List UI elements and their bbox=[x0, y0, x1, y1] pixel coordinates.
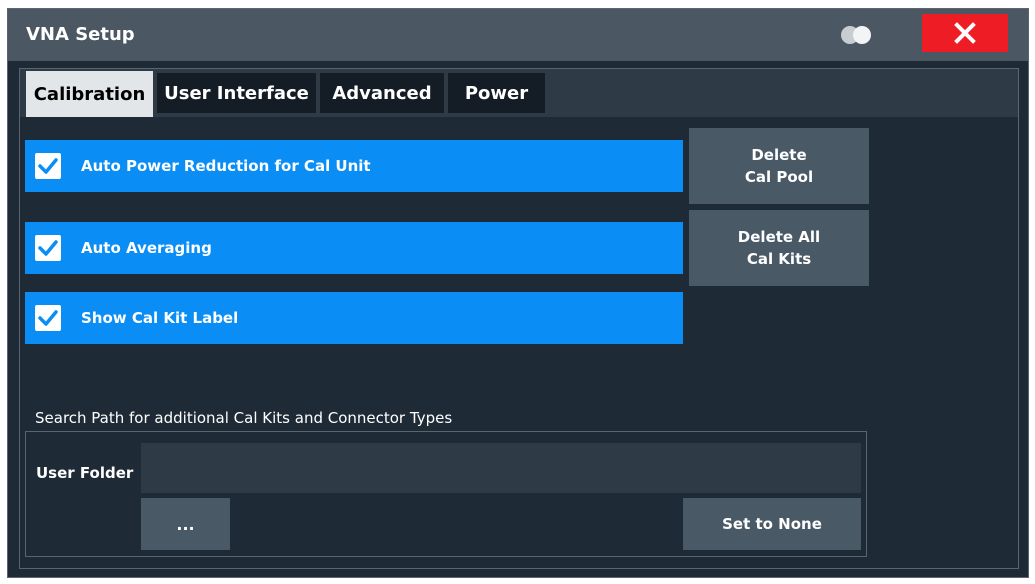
checkbox-box bbox=[35, 235, 61, 261]
dialog-title: VNA Setup bbox=[26, 24, 135, 45]
checkbox-label: Auto Averaging bbox=[81, 239, 212, 257]
button-label-line1: Delete All bbox=[737, 228, 821, 246]
toggle-icon[interactable] bbox=[841, 26, 875, 44]
button-label-line2: Cal Kits bbox=[746, 250, 812, 268]
tab-user-interface[interactable]: User Interface bbox=[157, 73, 316, 113]
settings-panel: Calibration User Interface Advanced Powe… bbox=[19, 68, 1019, 569]
checkmark-icon bbox=[38, 158, 58, 174]
user-folder-label: User Folder bbox=[36, 464, 134, 482]
checkmark-icon bbox=[38, 240, 58, 256]
close-icon bbox=[954, 22, 976, 44]
set-to-none-button[interactable]: Set to None bbox=[683, 498, 861, 550]
show-cal-kit-label-checkbox[interactable]: Show Cal Kit Label bbox=[25, 292, 683, 344]
title-bar[interactable]: VNA Setup bbox=[8, 9, 1028, 61]
browse-button[interactable]: ... bbox=[141, 498, 230, 550]
auto-power-reduction-checkbox[interactable]: Auto Power Reduction for Cal Unit bbox=[25, 140, 683, 192]
checkbox-label: Show Cal Kit Label bbox=[81, 309, 239, 327]
delete-cal-pool-button[interactable]: Delete Cal Pool bbox=[689, 128, 869, 204]
checkbox-label: Auto Power Reduction for Cal Unit bbox=[81, 157, 371, 175]
delete-all-cal-kits-button[interactable]: Delete All Cal Kits bbox=[689, 210, 869, 286]
tab-power[interactable]: Power bbox=[448, 73, 545, 113]
checkmark-icon bbox=[38, 310, 58, 326]
checkbox-box bbox=[35, 153, 61, 179]
tab-calibration[interactable]: Calibration bbox=[26, 71, 153, 117]
close-button[interactable] bbox=[922, 14, 1008, 52]
user-folder-input[interactable] bbox=[141, 443, 861, 493]
vna-setup-dialog: VNA Setup Calibration User Interface Adv… bbox=[7, 8, 1029, 578]
button-label-line1: Delete bbox=[751, 146, 807, 164]
auto-averaging-checkbox[interactable]: Auto Averaging bbox=[25, 222, 683, 274]
button-label-line2: Cal Pool bbox=[744, 168, 814, 186]
tab-advanced[interactable]: Advanced bbox=[320, 73, 444, 113]
tab-bar: Calibration User Interface Advanced Powe… bbox=[20, 69, 1018, 117]
search-path-label: Search Path for additional Cal Kits and … bbox=[35, 409, 453, 427]
checkbox-box bbox=[35, 305, 61, 331]
search-path-group: User Folder ... Set to None bbox=[25, 431, 867, 557]
